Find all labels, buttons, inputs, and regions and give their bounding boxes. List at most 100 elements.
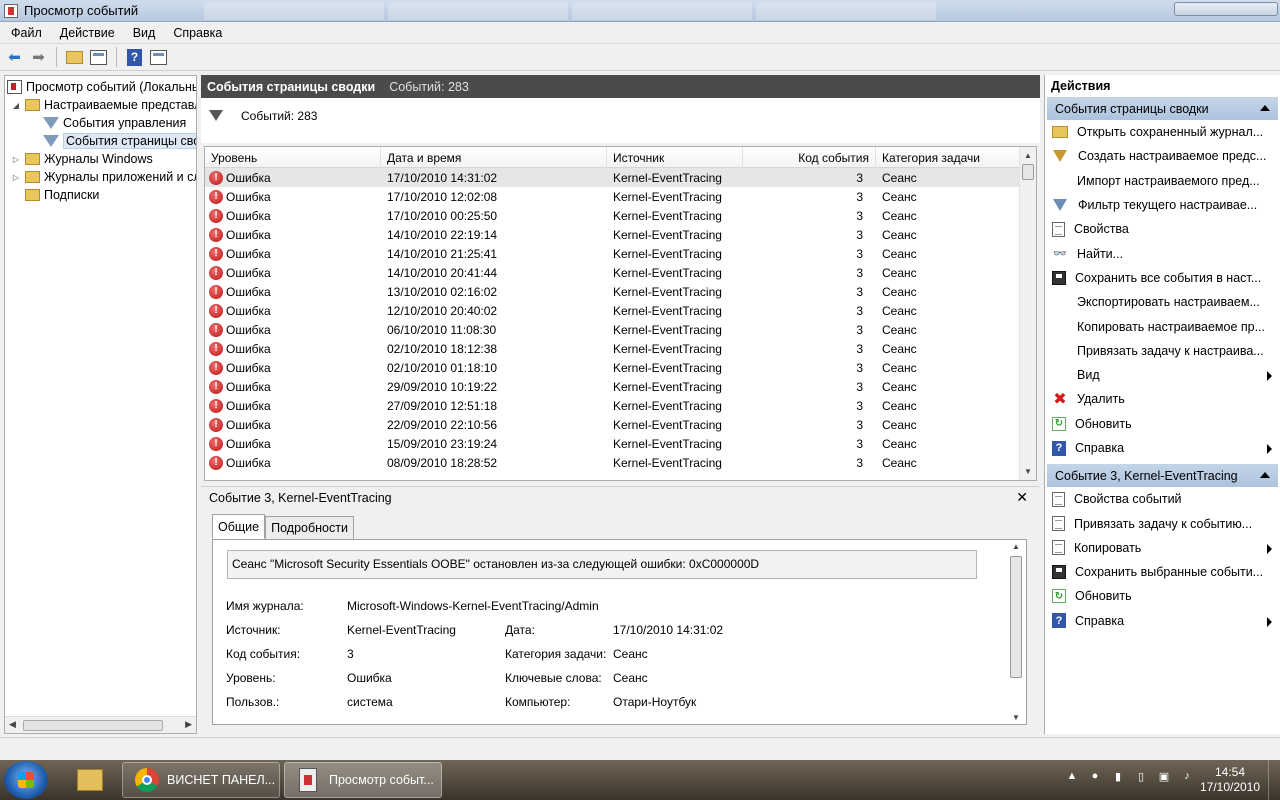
- collapsed-arrow-icon[interactable]: ▷: [11, 155, 21, 164]
- action-item[interactable]: 👓 Найти...: [1045, 241, 1280, 265]
- window-controls[interactable]: [1174, 2, 1278, 16]
- table-row[interactable]: ! Ошибка 12/10/2010 20:40:02 Kernel-EventTr…: [205, 301, 1020, 320]
- scroll-down-icon[interactable]: ▼: [1012, 713, 1020, 722]
- table-row[interactable]: ! Ошибка 02/10/2010 18:12:38 Kernel-EventTr…: [205, 339, 1020, 358]
- collapse-arrow-icon[interactable]: [1260, 472, 1270, 479]
- event-id-value[interactable]: 3: [347, 647, 354, 661]
- table-row[interactable]: ! Ошибка 14/10/2010 21:25:41 Kernel-EventTr…: [205, 244, 1020, 263]
- forward-button[interactable]: ➡: [28, 47, 49, 68]
- action-item[interactable]: Фильтр текущего настраивае...: [1045, 193, 1280, 217]
- date-value[interactable]: 17/10/2010 14:31:02: [613, 623, 723, 637]
- action-item[interactable]: ? Справка: [1045, 436, 1280, 460]
- expanded-arrow-icon[interactable]: ◢: [11, 101, 21, 110]
- scrollbar-thumb[interactable]: [23, 720, 163, 731]
- table-row[interactable]: ! Ошибка 17/10/2010 00:25:50 Kernel-EventTr…: [205, 206, 1020, 225]
- menu-help[interactable]: Справка: [166, 26, 229, 40]
- source-value[interactable]: Kernel-EventTracing: [347, 623, 456, 637]
- table-row[interactable]: ! Ошибка 15/09/2010 23:19:24 Kernel-EventTr…: [205, 434, 1020, 453]
- keywords-value[interactable]: Сеанс: [613, 671, 648, 685]
- table-row[interactable]: ! Ошибка 06/10/2010 11:08:30 Kernel-EventTr…: [205, 320, 1020, 339]
- column-header-level[interactable]: Уровень: [205, 147, 381, 168]
- action-item[interactable]: Открыть сохраненный журнал...: [1045, 120, 1280, 144]
- show-desktop-button[interactable]: [1268, 760, 1280, 800]
- network-icon[interactable]: ▣: [1156, 768, 1172, 784]
- menu-action[interactable]: Действие: [53, 26, 122, 40]
- user-value[interactable]: система: [347, 695, 393, 709]
- show-hidden-icons-icon[interactable]: ▲: [1064, 768, 1080, 784]
- table-row[interactable]: ! Ошибка 14/10/2010 20:41:44 Kernel-EventTr…: [205, 263, 1020, 282]
- table-row[interactable]: ! Ошибка 17/10/2010 12:02:08 Kernel-EventTr…: [205, 187, 1020, 206]
- power-icon[interactable]: ▯: [1133, 768, 1149, 784]
- tree-item-summary-page-events[interactable]: События страницы сводки: [43, 132, 196, 150]
- table-vertical-scrollbar[interactable]: ▲ ▼: [1019, 147, 1036, 480]
- help-button[interactable]: ?: [124, 47, 145, 68]
- tree-item-app-service-logs[interactable]: ▷ Журналы приложений и служб: [11, 168, 196, 186]
- table-row[interactable]: ! Ошибка 27/09/2010 12:51:18 Kernel-EventTr…: [205, 396, 1020, 415]
- tree-item-event-viewer[interactable]: Просмотр событий (Локальный): [7, 78, 196, 96]
- task-category-value[interactable]: Сеанс: [613, 647, 648, 661]
- table-row[interactable]: ! Ошибка 13/10/2010 02:16:02 Kernel-EventTr…: [205, 282, 1020, 301]
- action-item[interactable]: Экспортировать настраиваем...: [1045, 290, 1280, 314]
- scroll-up-icon[interactable]: ▲: [1024, 151, 1032, 160]
- scroll-up-icon[interactable]: ▲: [1012, 542, 1020, 551]
- scrollbar-thumb[interactable]: [1022, 164, 1034, 180]
- network-signal-icon[interactable]: ▮: [1110, 768, 1126, 784]
- tree-item-subscriptions[interactable]: Подписки: [11, 186, 99, 204]
- column-header-datetime[interactable]: Дата и время: [381, 147, 607, 168]
- taskbar-chrome-button[interactable]: ВИСНЕТ ПАНЕЛ...: [122, 762, 280, 798]
- actions-section-event[interactable]: Событие 3, Kernel-EventTracing: [1047, 464, 1278, 488]
- detail-vertical-scrollbar[interactable]: ▲ ▼: [1009, 540, 1024, 724]
- action-item[interactable]: Сохранить все события в наст...: [1045, 266, 1280, 290]
- event-message[interactable]: Сеанс "Microsoft Security Essentials OOB…: [227, 550, 977, 579]
- action-item[interactable]: ↻ Обновить: [1045, 584, 1280, 608]
- security-icon[interactable]: ●: [1087, 768, 1103, 784]
- scroll-down-icon[interactable]: ▼: [1024, 467, 1032, 476]
- action-item[interactable]: Сохранить выбранные событи...: [1045, 560, 1280, 584]
- taskbar-eventviewer-button[interactable]: Просмотр событ...: [284, 762, 442, 798]
- tab-general[interactable]: Общие: [212, 514, 266, 539]
- show-hide-action-pane-button[interactable]: [148, 47, 169, 68]
- table-row[interactable]: ! Ошибка 14/10/2010 22:19:14 Kernel-EventTr…: [205, 225, 1020, 244]
- tree-item-admin-events[interactable]: События управления: [43, 114, 186, 132]
- action-item[interactable]: Импорт настраиваемого пред...: [1045, 169, 1280, 193]
- table-row[interactable]: ! Ошибка 02/10/2010 01:18:10 Kernel-EventTr…: [205, 358, 1020, 377]
- table-row[interactable]: ! Ошибка 29/09/2010 10:19:22 Kernel-EventTr…: [205, 377, 1020, 396]
- table-row[interactable]: ! Ошибка 22/09/2010 22:10:56 Kernel-EventTr…: [205, 415, 1020, 434]
- action-item[interactable]: Вид: [1045, 363, 1280, 387]
- scrollbar-thumb[interactable]: [1010, 556, 1022, 678]
- close-icon[interactable]: ✕: [1016, 489, 1028, 506]
- level-value[interactable]: Ошибка: [347, 671, 392, 685]
- log-name-value[interactable]: Microsoft-Windows-Kernel-EventTracing/Ad…: [347, 599, 599, 613]
- action-item[interactable]: ✖ Удалить: [1045, 387, 1280, 411]
- action-item[interactable]: Свойства событий: [1045, 487, 1280, 511]
- column-header-task-category[interactable]: Категория задачи: [876, 147, 1020, 168]
- up-folder-button[interactable]: [64, 47, 85, 68]
- tree-horizontal-scrollbar[interactable]: ◀ ▶: [5, 716, 196, 733]
- back-button[interactable]: ⬅: [4, 47, 25, 68]
- column-header-event-id[interactable]: Код события: [743, 147, 876, 168]
- tree-item-custom-views[interactable]: ◢ Настраиваемые представления: [11, 96, 196, 114]
- menu-file[interactable]: Файл: [4, 26, 49, 40]
- tab-details[interactable]: Подробности: [265, 516, 354, 539]
- table-row[interactable]: ! Ошибка 17/10/2010 14:31:02 Kernel-EventTr…: [205, 168, 1020, 187]
- show-hide-console-tree-button[interactable]: [88, 47, 109, 68]
- actions-section-view[interactable]: События страницы сводки: [1047, 97, 1278, 120]
- collapse-arrow-icon[interactable]: [1260, 105, 1270, 111]
- collapsed-arrow-icon[interactable]: ▷: [11, 173, 21, 182]
- clock[interactable]: 14:54 17/10/2010: [1190, 765, 1270, 795]
- action-item[interactable]: Свойства: [1045, 217, 1280, 241]
- action-item[interactable]: ↻ Обновить: [1045, 412, 1280, 436]
- start-button[interactable]: [4, 761, 48, 799]
- action-item[interactable]: Создать настраиваемое предс...: [1045, 144, 1280, 168]
- tree-item-windows-logs[interactable]: ▷ Журналы Windows: [11, 150, 153, 168]
- action-item[interactable]: Привязать задачу к настраива...: [1045, 339, 1280, 363]
- action-item[interactable]: ? Справка: [1045, 609, 1280, 633]
- table-row[interactable]: ! Ошибка 08/09/2010 18:28:52 Kernel-EventTr…: [205, 453, 1020, 472]
- action-item[interactable]: Копировать: [1045, 536, 1280, 560]
- scroll-left-icon[interactable]: ◀: [9, 719, 16, 730]
- action-item[interactable]: Привязать задачу к событию...: [1045, 511, 1280, 535]
- scroll-right-icon[interactable]: ▶: [185, 719, 192, 730]
- action-item[interactable]: Копировать настраиваемое пр...: [1045, 314, 1280, 338]
- computer-value[interactable]: Отари-Ноутбук: [613, 695, 696, 709]
- menu-view[interactable]: Вид: [126, 26, 163, 40]
